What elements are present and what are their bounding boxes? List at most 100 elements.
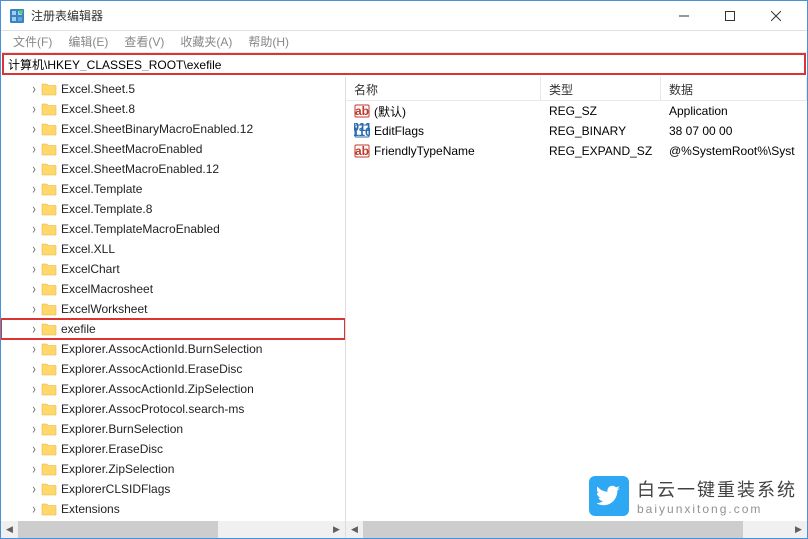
expand-icon[interactable]: › bbox=[28, 381, 40, 398]
column-type[interactable]: 类型 bbox=[541, 77, 661, 100]
expand-icon[interactable]: › bbox=[28, 141, 40, 158]
tree-item-label: Explorer.AssocActionId.ZipSelection bbox=[61, 382, 254, 396]
scroll-right-button[interactable]: ▶ bbox=[790, 521, 807, 538]
tree-item[interactable]: ›Excel.SheetBinaryMacroEnabled.12 bbox=[1, 119, 345, 139]
folder-icon bbox=[41, 122, 57, 136]
scroll-thumb[interactable] bbox=[363, 521, 743, 538]
expand-icon[interactable]: › bbox=[28, 481, 40, 498]
value-data: Application bbox=[661, 102, 807, 120]
tree-item-label: Excel.Sheet.5 bbox=[61, 82, 135, 96]
tree-horizontal-scrollbar[interactable]: ◀ ▶ bbox=[1, 521, 345, 538]
tree-item[interactable]: › Explorer.ZipSelection bbox=[1, 459, 345, 479]
tree-item[interactable]: ›Excel.XLL bbox=[1, 239, 345, 259]
tree-item[interactable]: ›Extensions bbox=[1, 499, 345, 519]
list-row[interactable]: ab(默认)REG_SZApplication bbox=[346, 101, 807, 121]
expand-icon[interactable]: › bbox=[28, 101, 40, 118]
menu-favorites[interactable]: 收藏夹(A) bbox=[172, 31, 240, 52]
tree-item[interactable]: › Excel.TemplateMacroEnabled bbox=[1, 219, 345, 239]
value-type: REG_EXPAND_SZ bbox=[541, 142, 661, 160]
folder-icon bbox=[41, 162, 57, 176]
expand-icon[interactable]: › bbox=[28, 441, 40, 458]
folder-icon bbox=[41, 382, 57, 396]
tree-item[interactable]: ›Excel.Template bbox=[1, 179, 345, 199]
menu-edit[interactable]: 编辑(E) bbox=[60, 31, 116, 52]
expand-icon[interactable]: › bbox=[28, 361, 40, 378]
column-data[interactable]: 数据 bbox=[661, 77, 807, 100]
expand-icon[interactable]: › bbox=[28, 201, 40, 218]
string-value-icon: ab bbox=[354, 103, 370, 119]
scroll-right-button[interactable]: ▶ bbox=[328, 521, 345, 538]
expand-icon[interactable]: › bbox=[28, 461, 40, 478]
list-row[interactable]: 011110EditFlagsREG_BINARY38 07 00 00 bbox=[346, 121, 807, 141]
minimize-button[interactable] bbox=[661, 1, 707, 31]
tree-item-label: Excel.SheetMacroEnabled bbox=[61, 142, 202, 156]
tree-item-label: Excel.TemplateMacroEnabled bbox=[61, 222, 220, 236]
menu-view[interactable]: 查看(V) bbox=[116, 31, 172, 52]
expand-icon[interactable]: › bbox=[28, 301, 40, 318]
tree-item[interactable]: ›Explorer.AssocActionId.EraseDisc bbox=[1, 359, 345, 379]
title-bar: 注册表编辑器 bbox=[1, 1, 807, 31]
scroll-thumb[interactable] bbox=[18, 521, 218, 538]
tree-item[interactable]: › Explorer.AssocActionId.ZipSelection bbox=[1, 379, 345, 399]
tree-item[interactable]: ›Excel.Template.8 bbox=[1, 199, 345, 219]
expand-icon[interactable]: › bbox=[28, 501, 40, 518]
tree-item[interactable]: › Excel.Sheet.5 bbox=[1, 79, 345, 99]
expand-icon[interactable]: › bbox=[28, 181, 40, 198]
svg-text:ab: ab bbox=[355, 144, 369, 158]
tree-item[interactable]: ›ExcelWorksheet bbox=[1, 299, 345, 319]
expand-icon[interactable]: › bbox=[28, 421, 40, 438]
tree-item-label: Explorer.EraseDisc bbox=[61, 442, 163, 456]
registry-tree[interactable]: ›Excel.Sheet.5›Excel.Sheet.8›Excel.Sheet… bbox=[1, 77, 345, 521]
folder-icon bbox=[41, 502, 57, 516]
svg-text:110: 110 bbox=[354, 125, 370, 139]
folder-icon bbox=[41, 102, 57, 116]
tree-item[interactable]: › Excel.SheetMacroEnabled bbox=[1, 139, 345, 159]
tree-item[interactable]: ›Explorer.AssocProtocol.search-ms bbox=[1, 399, 345, 419]
tree-item-label: exefile bbox=[61, 322, 96, 336]
tree-item[interactable]: › Explorer.BurnSelection bbox=[1, 419, 345, 439]
expand-icon[interactable]: › bbox=[28, 81, 40, 98]
column-name[interactable]: 名称 bbox=[346, 77, 541, 100]
window-title: 注册表编辑器 bbox=[31, 7, 661, 24]
tree-item[interactable]: ›ExplorerCLSIDFlags bbox=[1, 479, 345, 499]
folder-icon bbox=[41, 422, 57, 436]
expand-icon[interactable]: › bbox=[28, 241, 40, 258]
expand-icon[interactable]: › bbox=[28, 321, 40, 338]
value-name: FriendlyTypeName bbox=[374, 144, 475, 158]
scroll-track[interactable] bbox=[18, 521, 328, 538]
scroll-left-button[interactable]: ◀ bbox=[346, 521, 363, 538]
tree-item-label: Explorer.ZipSelection bbox=[61, 462, 174, 476]
tree-item[interactable]: ›Excel.SheetMacroEnabled.12 bbox=[1, 159, 345, 179]
tree-item[interactable]: › Explorer.EraseDisc bbox=[1, 439, 345, 459]
folder-icon bbox=[41, 242, 57, 256]
tree-item[interactable]: › ExcelMacrosheet bbox=[1, 279, 345, 299]
scroll-track[interactable] bbox=[363, 521, 790, 538]
menu-file[interactable]: 文件(F) bbox=[5, 31, 60, 52]
tree-item[interactable]: › exefile bbox=[1, 319, 345, 339]
expand-icon[interactable]: › bbox=[28, 281, 40, 298]
maximize-button[interactable] bbox=[707, 1, 753, 31]
tree-item-label: Explorer.BurnSelection bbox=[61, 422, 183, 436]
expand-icon[interactable]: › bbox=[28, 341, 40, 358]
list-row[interactable]: ab FriendlyTypeName REG_EXPAND_SZ@%SystemR… bbox=[346, 141, 807, 161]
list-header: 名称 类型 数据 bbox=[346, 77, 807, 101]
scroll-left-button[interactable]: ◀ bbox=[1, 521, 18, 538]
expand-icon[interactable]: › bbox=[28, 221, 40, 238]
folder-icon bbox=[41, 82, 57, 96]
tree-item[interactable]: ›Excel.Sheet.8 bbox=[1, 99, 345, 119]
address-input[interactable] bbox=[8, 57, 800, 71]
expand-icon[interactable]: › bbox=[28, 161, 40, 178]
expand-icon[interactable]: › bbox=[28, 401, 40, 418]
value-data: @%SystemRoot%\Syst bbox=[661, 142, 807, 160]
menu-help[interactable]: 帮助(H) bbox=[240, 31, 297, 52]
expand-icon[interactable]: › bbox=[28, 261, 40, 278]
expand-icon[interactable]: › bbox=[28, 121, 40, 138]
tree-item[interactable]: ›Explorer.AssocActionId.BurnSelection bbox=[1, 339, 345, 359]
close-button[interactable] bbox=[753, 1, 799, 31]
value-list[interactable]: ab(默认)REG_SZApplication011110EditFlagsRE… bbox=[346, 101, 807, 161]
tree-item[interactable]: ›ExcelChart bbox=[1, 259, 345, 279]
tree-item-label: ExcelMacrosheet bbox=[61, 282, 153, 296]
folder-icon bbox=[41, 222, 57, 236]
list-horizontal-scrollbar[interactable]: ◀ ▶ bbox=[346, 521, 807, 538]
folder-icon bbox=[41, 282, 57, 296]
